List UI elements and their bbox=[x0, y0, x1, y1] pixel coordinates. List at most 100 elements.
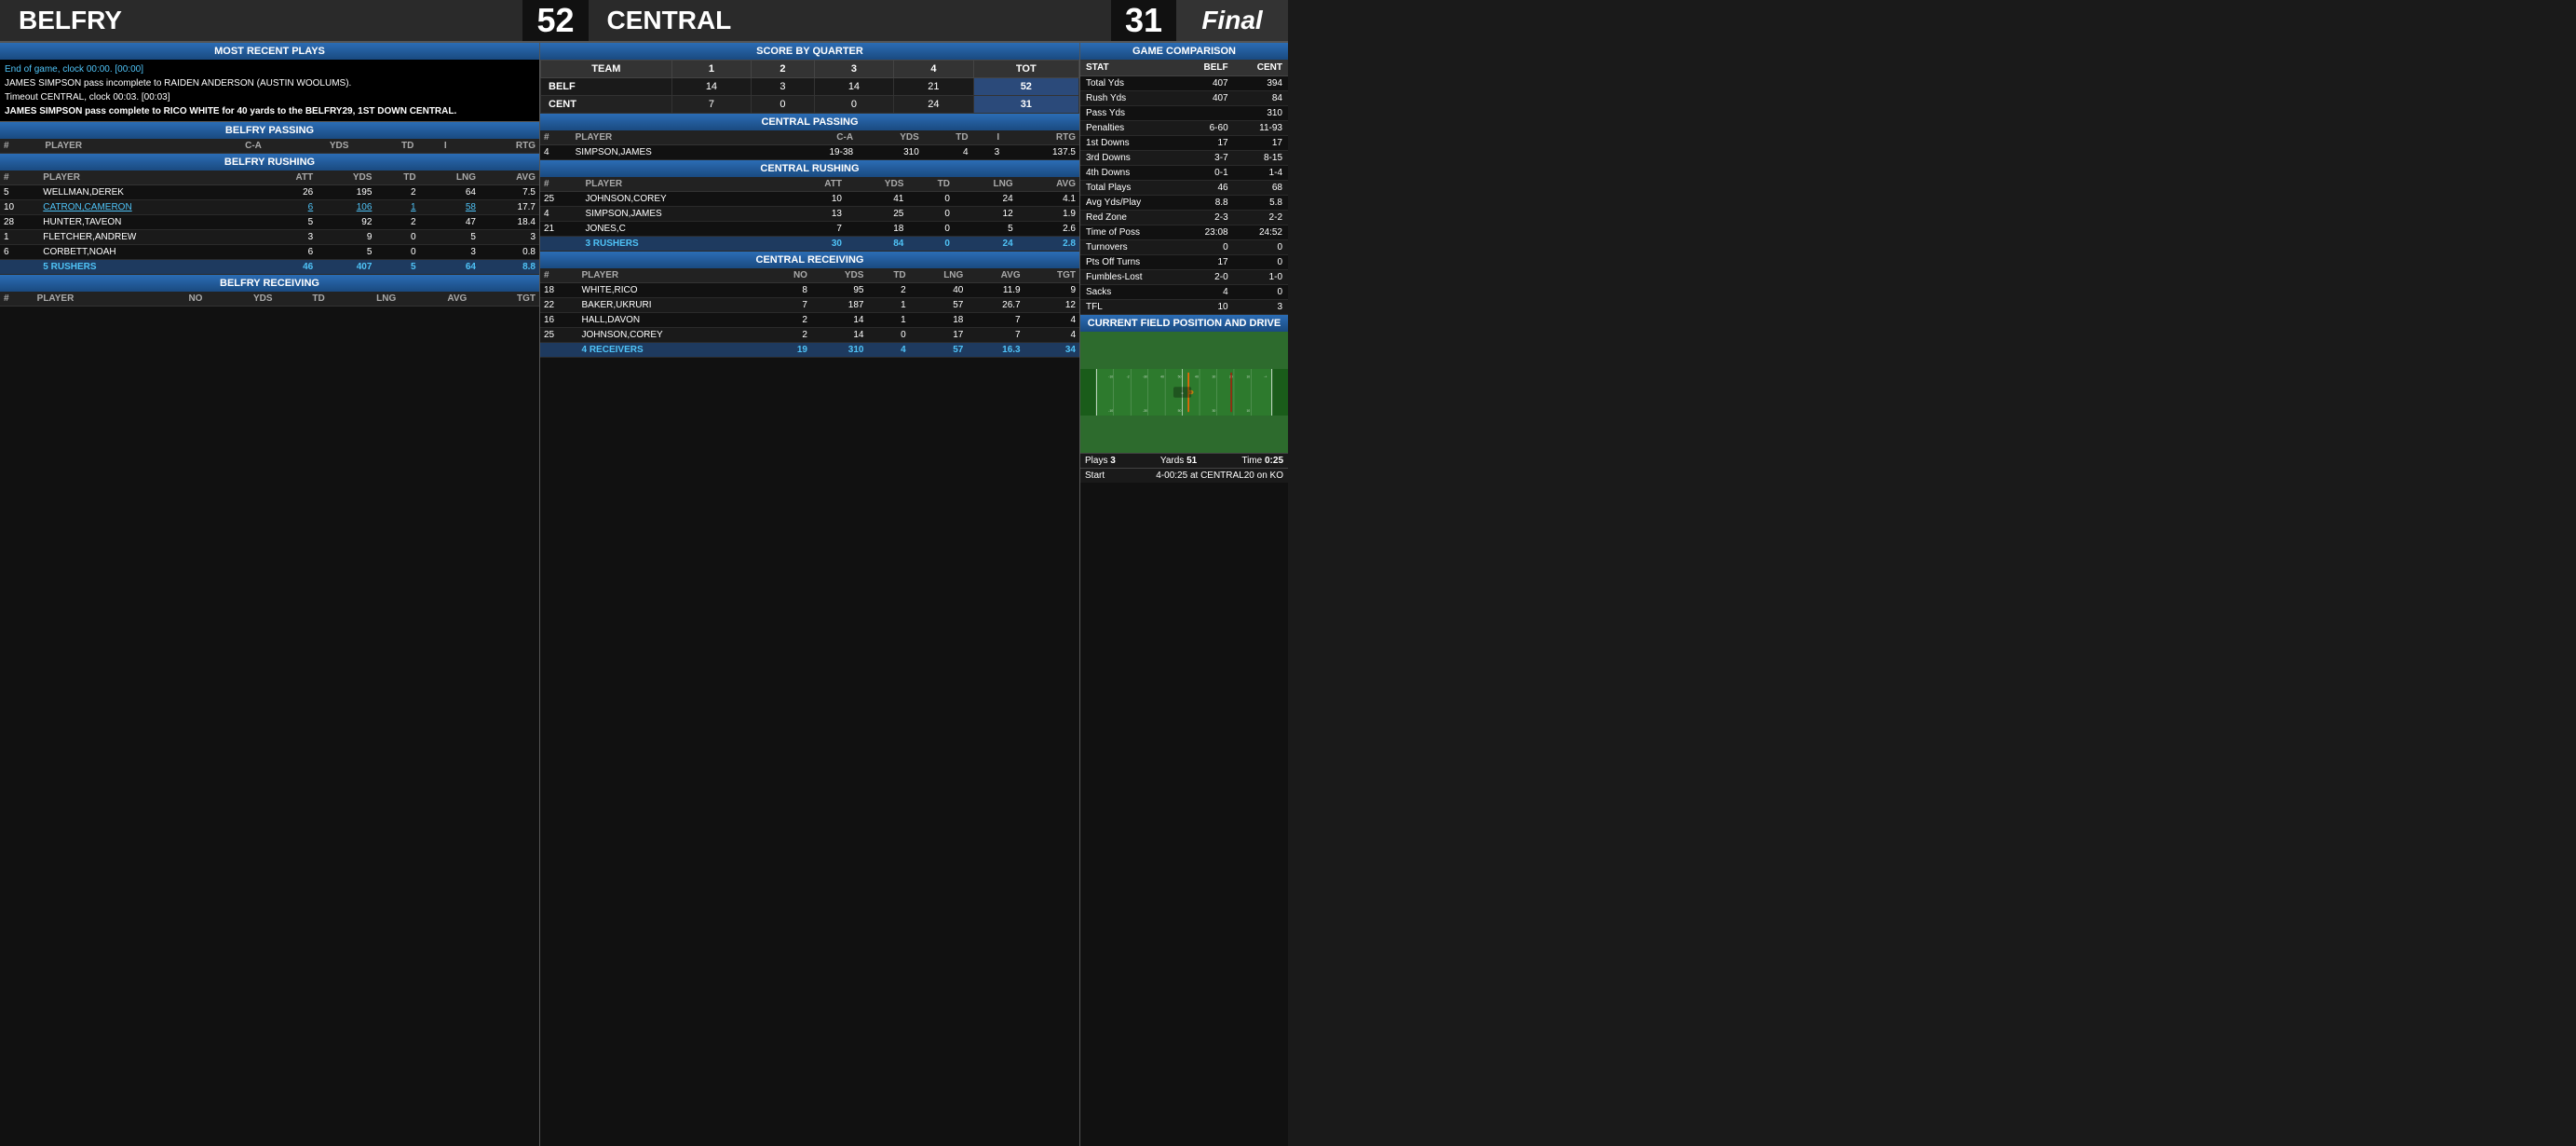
cell-att: 10 bbox=[788, 192, 846, 207]
cell-yds: 5 bbox=[317, 245, 375, 260]
cell-yds: 195 bbox=[317, 185, 375, 200]
cell-lng: 57 bbox=[910, 343, 968, 358]
football-field-container: -10 -2 -30 40 50 40 30 20 10 -+ -10 -30 … bbox=[1080, 332, 1288, 453]
cell-avg: 18.4 bbox=[480, 215, 539, 230]
cell-q1: 7 bbox=[671, 96, 751, 114]
plays-section: MOST RECENT PLAYS End of game, clock 00:… bbox=[0, 43, 539, 122]
cell-lng: 18 bbox=[910, 313, 968, 328]
cell-belf: 17 bbox=[1181, 136, 1234, 151]
cell-player: BAKER,UKRURI bbox=[578, 298, 766, 313]
belfry-rushing-table: # PLAYER ATT YDS TD LNG AVG 5 WELLMAN,DE… bbox=[0, 171, 539, 275]
cell-player: CORBETT,NOAH bbox=[39, 245, 262, 260]
table-row: 25 JOHNSON,COREY 2 14 0 17 7 4 bbox=[540, 328, 1079, 343]
col-belf: BELF bbox=[1181, 60, 1234, 76]
comparison-row: Sacks 4 0 bbox=[1080, 285, 1288, 300]
cell-tgt: 9 bbox=[1024, 283, 1079, 298]
comparison-row: Avg Yds/Play 8.8 5.8 bbox=[1080, 196, 1288, 211]
yards-value: 51 bbox=[1186, 456, 1197, 466]
cell-empty bbox=[0, 260, 39, 275]
cell-stat: Red Zone bbox=[1080, 211, 1181, 225]
cell-stat: Avg Yds/Play bbox=[1080, 196, 1181, 211]
cell-att: 6 bbox=[262, 200, 317, 215]
cell-stat: Pts Off Turns bbox=[1080, 255, 1181, 270]
col-stat: STAT bbox=[1080, 60, 1181, 76]
col-avg: AVG bbox=[967, 268, 1024, 283]
cell-tgt: 12 bbox=[1024, 298, 1079, 313]
comparison-row: Pts Off Turns 17 0 bbox=[1080, 255, 1288, 270]
cell-tot: 31 bbox=[973, 96, 1078, 114]
score-row: CENT 7 0 0 24 31 bbox=[541, 96, 1079, 114]
belfry-passing-header: BELFRY PASSING bbox=[0, 122, 539, 139]
table-row: 5 WELLMAN,DEREK 26 195 2 64 7.5 bbox=[0, 185, 539, 200]
cell-avg: 7.5 bbox=[480, 185, 539, 200]
col-lng: LNG bbox=[329, 292, 400, 307]
cell-num: 6 bbox=[0, 245, 39, 260]
cell-cent: 1-4 bbox=[1234, 166, 1288, 181]
col-q2: 2 bbox=[752, 61, 815, 78]
cell-player: HALL,DAVON bbox=[578, 313, 766, 328]
cell-tgt: 34 bbox=[1024, 343, 1079, 358]
cell-team: CENT bbox=[541, 96, 672, 114]
col-rtg: RTG bbox=[1003, 130, 1079, 145]
cell-no: 19 bbox=[766, 343, 811, 358]
totals-row: 4 RECEIVERS 19 310 4 57 16.3 34 bbox=[540, 343, 1079, 358]
cell-no: 2 bbox=[766, 328, 811, 343]
col-player: PLAYER bbox=[34, 292, 150, 307]
col-att: ATT bbox=[788, 177, 846, 192]
col-num: # bbox=[540, 177, 581, 192]
central-receiving-table: # PLAYER NO YDS TD LNG AVG TGT 18 WHITE,… bbox=[540, 268, 1079, 358]
cell-yds: 106 bbox=[317, 200, 375, 215]
cell-avg: 0.8 bbox=[480, 245, 539, 260]
col-td: TD bbox=[352, 139, 417, 154]
cell-cent: 0 bbox=[1234, 240, 1288, 255]
cell-q2: 0 bbox=[752, 96, 815, 114]
cell-tgt: 4 bbox=[1024, 328, 1079, 343]
cell-player: SIMPSON,JAMES bbox=[581, 207, 787, 222]
svg-text:50: 50 bbox=[1178, 409, 1182, 413]
cell-q3: 0 bbox=[814, 96, 893, 114]
col-avg: AVG bbox=[400, 292, 470, 307]
cell-num: 28 bbox=[0, 215, 39, 230]
cell-belf: 2-3 bbox=[1181, 211, 1234, 225]
cell-td: 2 bbox=[375, 215, 419, 230]
table-row: 4 SIMPSON,JAMES 13 25 0 12 1.9 bbox=[540, 207, 1079, 222]
central-passing-header: CENTRAL PASSING bbox=[540, 114, 1079, 130]
col-yds: YDS bbox=[846, 177, 907, 192]
cell-belf bbox=[1181, 106, 1234, 121]
col-q1: 1 bbox=[671, 61, 751, 78]
cell-cent: 84 bbox=[1234, 91, 1288, 106]
cell-yds: 9 bbox=[317, 230, 375, 245]
field-position-section: CURRENT FIELD POSITION AND DRIVE bbox=[1080, 315, 1288, 483]
svg-text:40: 40 bbox=[1160, 375, 1164, 379]
field-position-header: CURRENT FIELD POSITION AND DRIVE bbox=[1080, 315, 1288, 332]
col-lng: LNG bbox=[420, 171, 480, 185]
table-row: 21 JONES,C 7 18 0 5 2.6 bbox=[540, 222, 1079, 237]
cell-td: 5 bbox=[375, 260, 419, 275]
col-num: # bbox=[540, 130, 572, 145]
cell-yds: 407 bbox=[317, 260, 375, 275]
cell-empty bbox=[540, 343, 578, 358]
cell-yds: 84 bbox=[846, 237, 907, 252]
col-num: # bbox=[0, 292, 34, 307]
cell-belf: 0 bbox=[1181, 240, 1234, 255]
cell-lng: 47 bbox=[420, 215, 480, 230]
cell-stat: TFL bbox=[1080, 300, 1181, 315]
cell-player: JOHNSON,COREY bbox=[578, 328, 766, 343]
belfry-passing-table: # PLAYER C-A YDS TD I RTG bbox=[0, 139, 539, 154]
svg-text:-10: -10 bbox=[1108, 409, 1113, 413]
plays-label: Plays 3 bbox=[1085, 456, 1116, 466]
cell-belf: 17 bbox=[1181, 255, 1234, 270]
svg-text:-2: -2 bbox=[1127, 375, 1130, 379]
cell-belf: 8.8 bbox=[1181, 196, 1234, 211]
cell-q1: 14 bbox=[671, 78, 751, 96]
cell-yds: 25 bbox=[846, 207, 907, 222]
cell-num: 4 bbox=[540, 145, 572, 160]
play-line-2: JAMES SIMPSON pass incomplete to RAIDEN … bbox=[5, 76, 535, 90]
table-row: 25 JOHNSON,COREY 10 41 0 24 4.1 bbox=[540, 192, 1079, 207]
comparison-row: Time of Poss 23:08 24:52 bbox=[1080, 225, 1288, 240]
cell-lng: 24 bbox=[954, 237, 1017, 252]
belfry-rushing-header: BELFRY RUSHING bbox=[0, 154, 539, 171]
cell-att: 7 bbox=[788, 222, 846, 237]
start-info: Start 4-00:25 at CENTRAL20 on KO bbox=[1080, 468, 1288, 483]
col-yds: YDS bbox=[317, 171, 375, 185]
